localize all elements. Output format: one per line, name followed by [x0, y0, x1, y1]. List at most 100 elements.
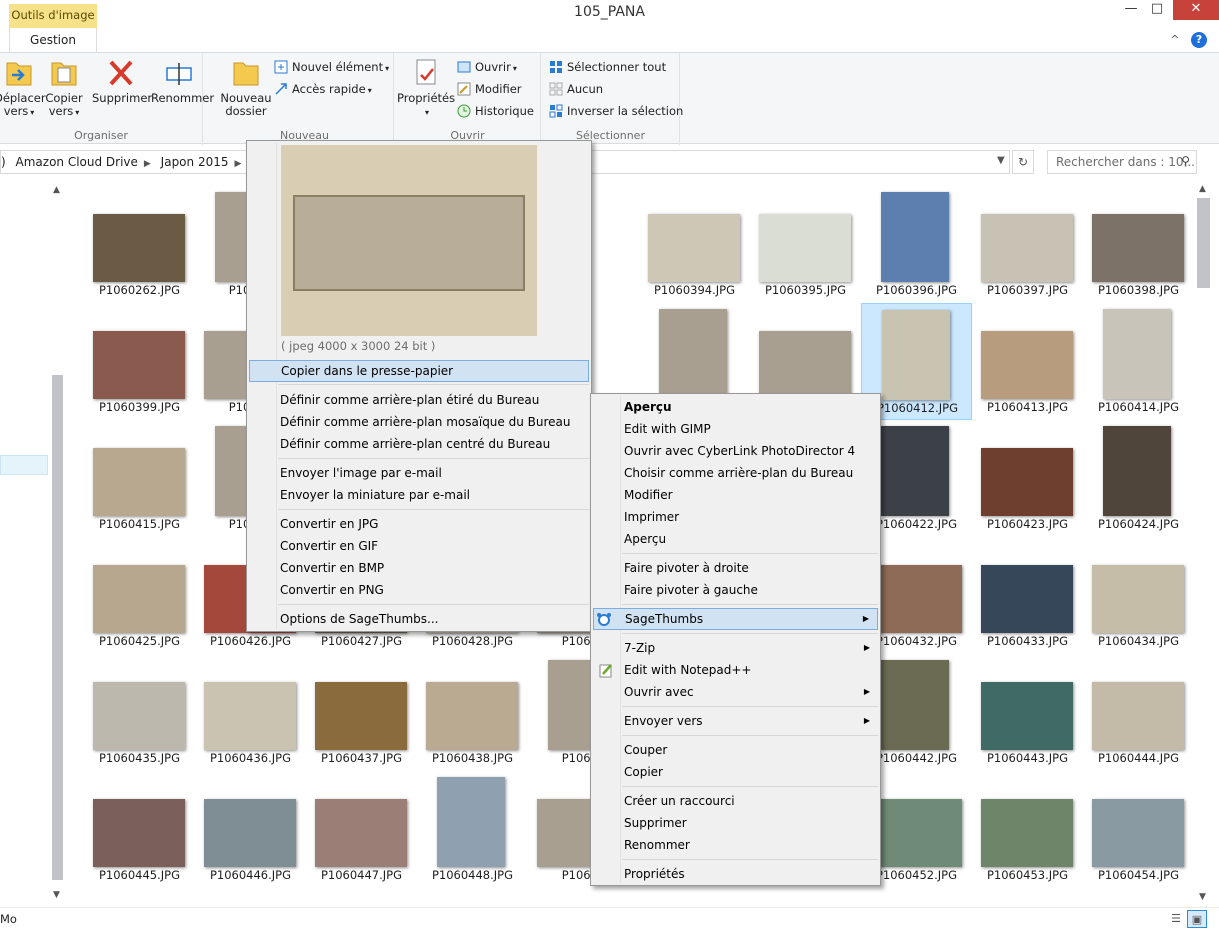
proprietes-button[interactable]: Propriétés ▾: [397, 57, 455, 119]
ribbon-controls: ^ ?: [1170, 32, 1207, 48]
convert-gif-item[interactable]: Convertir en GIF: [249, 535, 589, 557]
supprimer-item[interactable]: Supprimer: [593, 812, 878, 834]
scroll-up-icon[interactable]: ▲: [1199, 184, 1206, 194]
ouvrir-button[interactable]: Ouvrir ▾: [457, 57, 517, 77]
7zip-item[interactable]: 7-Zip ▶: [593, 637, 878, 659]
sagethumbs-options-item[interactable]: Options de SageThumbs...: [249, 608, 589, 630]
menu-separator: [622, 553, 878, 554]
acces-rapide-button[interactable]: Accès rapide ▾: [274, 79, 372, 99]
file-tile[interactable]: P1060443.JPG: [972, 654, 1083, 771]
file-tile[interactable]: P1060436.JPG: [195, 654, 306, 771]
modifier-item[interactable]: Modifier: [593, 484, 878, 506]
scroll-down-icon[interactable]: ▼: [53, 890, 60, 900]
modifier-button[interactable]: Modifier: [457, 79, 522, 99]
aucun-button[interactable]: Aucun: [549, 79, 603, 99]
file-tile[interactable]: P1060394.JPG: [639, 186, 750, 303]
copier-item[interactable]: Copier: [593, 761, 878, 783]
navigation-scroll-thumb[interactable]: [52, 375, 63, 880]
file-tile[interactable]: P1060446.JPG: [195, 771, 306, 888]
help-icon[interactable]: ?: [1191, 32, 1207, 48]
close-button[interactable]: ✕: [1173, 0, 1219, 20]
details-view-icon[interactable]: ☰: [1166, 910, 1186, 928]
file-tile[interactable]: P1060396.JPG: [861, 186, 972, 303]
sagethumbs-item[interactable]: SageThumbs ▶: [593, 608, 878, 630]
search-input[interactable]: Rechercher dans : 10... ⚲: [1047, 150, 1197, 174]
scroll-down-icon[interactable]: ▼: [1199, 892, 1206, 902]
file-tile[interactable]: P1060437.JPG: [306, 654, 417, 771]
open-with-cyberlink-item[interactable]: Ouvrir avec CyberLink PhotoDirector 4: [593, 440, 878, 462]
create-shortcut-item[interactable]: Créer un raccourci: [593, 790, 878, 812]
refresh-button[interactable]: ↻: [1012, 150, 1034, 174]
copier-vers-button[interactable]: Copier vers ▾: [42, 57, 86, 119]
inverser-selection-button[interactable]: Inverser la sélection: [549, 101, 683, 121]
supprimer-button[interactable]: Supprimer: [92, 57, 152, 105]
maximize-button[interactable]: □: [1144, 0, 1170, 20]
nouvel-element-button[interactable]: Nouvel élément ▾: [274, 57, 389, 77]
convert-jpg-item[interactable]: Convertir en JPG: [249, 513, 589, 535]
edit-with-notepadpp-item[interactable]: Edit with Notepad++: [593, 659, 878, 681]
address-dropdown-icon[interactable]: ▼: [997, 155, 1005, 166]
file-tile[interactable]: P1060398.JPG: [1083, 186, 1192, 303]
file-tile[interactable]: P1060433.JPG: [972, 537, 1083, 654]
breadcrumb-chevron-icon[interactable]: ▶: [234, 159, 241, 169]
file-tile[interactable]: P1060448.JPG: [417, 771, 528, 888]
renommer-item[interactable]: Renommer: [593, 834, 878, 856]
deplacer-vers-button[interactable]: Déplacer vers▾: [0, 57, 46, 119]
apercu-item[interactable]: Aperçu: [593, 528, 878, 550]
convert-bmp-item[interactable]: Convertir en BMP: [249, 557, 589, 579]
apercu-default-item[interactable]: Aperçu: [593, 396, 878, 418]
file-tile[interactable]: P1060447.JPG: [306, 771, 417, 888]
minimize-button[interactable]: —: [1118, 0, 1144, 20]
tab-gestion[interactable]: Gestion: [9, 28, 97, 52]
file-tile[interactable]: P1060395.JPG: [750, 186, 861, 303]
set-wallpaper-item[interactable]: Choisir comme arrière-plan du Bureau: [593, 462, 878, 484]
file-tile[interactable]: P1060444.JPG: [1083, 654, 1192, 771]
nouveau-dossier-button[interactable]: Nouveau dossier: [220, 57, 272, 118]
file-tile[interactable]: P1060434.JPG: [1083, 537, 1192, 654]
file-tile[interactable]: P1060425.JPG: [84, 537, 195, 654]
open-with-item[interactable]: Ouvrir avec ▶: [593, 681, 878, 703]
scroll-up-icon[interactable]: ▲: [53, 185, 60, 195]
convert-png-item[interactable]: Convertir en PNG: [249, 579, 589, 601]
file-tile[interactable]: P1060399.JPG: [84, 303, 195, 420]
thumbnails-view-icon[interactable]: ▣: [1187, 910, 1207, 928]
breadcrumb-item[interactable]: Amazon Cloud Drive: [16, 155, 138, 169]
couper-item[interactable]: Couper: [593, 739, 878, 761]
renommer-button[interactable]: Renommer: [151, 57, 214, 105]
mail-thumbnail-item[interactable]: Envoyer la miniature par e-mail: [249, 484, 589, 506]
imprimer-item[interactable]: Imprimer: [593, 506, 878, 528]
file-tile[interactable]: P1060438.JPG: [417, 654, 528, 771]
file-tile[interactable]: P1060454.JPG: [1083, 771, 1192, 888]
file-tile[interactable]: P1060262.JPG: [84, 186, 195, 303]
file-tile[interactable]: P1060415.JPG: [84, 420, 195, 537]
mail-image-item[interactable]: Envoyer l'image par e-mail: [249, 462, 589, 484]
rotate-left-item[interactable]: Faire pivoter à gauche: [593, 579, 878, 601]
proprietes-item[interactable]: Propriétés: [593, 863, 878, 885]
file-tile[interactable]: P1060414.JPG: [1083, 303, 1192, 420]
file-tile[interactable]: P1060413.JPG: [972, 303, 1083, 420]
file-tile[interactable]: P1060435.JPG: [84, 654, 195, 771]
breadcrumb-chevron-icon[interactable]: ▶: [144, 159, 151, 169]
file-tile[interactable]: P1060397.JPG: [972, 186, 1083, 303]
breadcrumb-item[interactable]: Japon 2015: [161, 155, 229, 169]
breadcrumb-item[interactable]: ): [1, 155, 6, 169]
copy-to-clipboard-item[interactable]: Copier dans le presse-papier: [249, 360, 589, 382]
file-tile[interactable]: P1060445.JPG: [84, 771, 195, 888]
wallpaper-tile-item[interactable]: Définir comme arrière-plan mosaïque du B…: [249, 411, 589, 433]
navigation-scrollbar[interactable]: ▲ ▼: [50, 180, 65, 907]
collapse-ribbon-icon[interactable]: ^: [1170, 33, 1179, 46]
edit-with-gimp-item[interactable]: Edit with GIMP: [593, 418, 878, 440]
file-name: P1060426.JPG: [209, 634, 292, 648]
historique-button[interactable]: Historique: [457, 101, 534, 121]
wallpaper-stretch-item[interactable]: Définir comme arrière-plan étiré du Bure…: [249, 389, 589, 411]
file-tile[interactable]: P1060423.JPG: [972, 420, 1083, 537]
rotate-right-item[interactable]: Faire pivoter à droite: [593, 557, 878, 579]
file-tile[interactable]: P1060453.JPG: [972, 771, 1083, 888]
file-view-scroll-thumb[interactable]: [1197, 198, 1210, 288]
navigation-selected-item[interactable]: [0, 455, 48, 475]
file-tile[interactable]: P1060424.JPG: [1083, 420, 1192, 537]
wallpaper-center-item[interactable]: Définir comme arrière-plan centré du Bur…: [249, 433, 589, 455]
file-view-scrollbar[interactable]: ▲ ▼: [1195, 180, 1212, 907]
selectionner-tout-button[interactable]: Sélectionner tout: [549, 57, 666, 77]
send-to-item[interactable]: Envoyer vers ▶: [593, 710, 878, 732]
